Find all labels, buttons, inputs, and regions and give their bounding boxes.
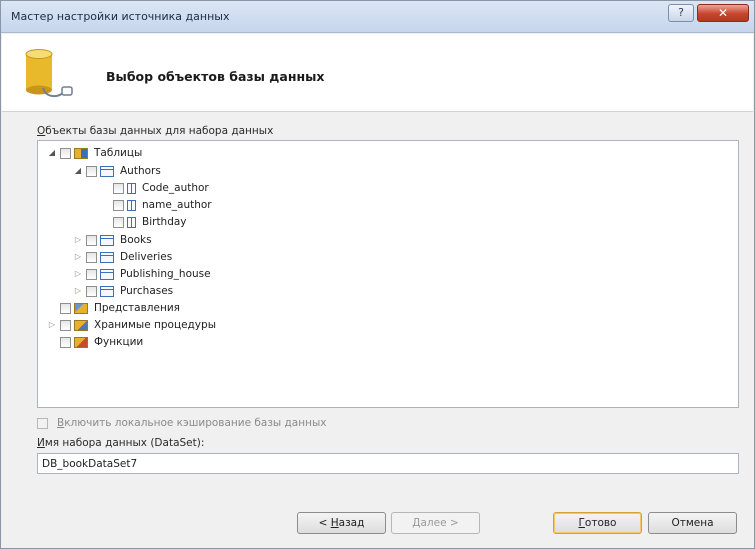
back-label: азад xyxy=(338,517,365,529)
cancel-label: Отмена xyxy=(671,517,714,529)
page-title: Выбор объектов базы данных xyxy=(106,69,325,84)
local-cache-label: Включить локальное кэширование базы данн… xyxy=(57,417,326,429)
table-checkbox[interactable] xyxy=(86,234,97,246)
back-prefix: < xyxy=(318,517,331,529)
tree-node-label: Таблицы xyxy=(94,147,143,159)
tree-node-label: Функции xyxy=(94,336,144,348)
column-icon xyxy=(127,199,136,211)
table-checkbox[interactable] xyxy=(86,251,97,263)
tree-node-table[interactable]: ▷ Publishing_house xyxy=(73,267,211,281)
collapsed-toggle-icon[interactable]: ▷ xyxy=(47,318,57,332)
tree-node-column[interactable]: Birthday xyxy=(113,215,187,229)
database-icon xyxy=(25,49,73,98)
objects-label: Объекты базы данных для набора данных xyxy=(37,125,273,137)
tree-node-label: Books xyxy=(120,234,152,246)
tables-checkbox[interactable] xyxy=(60,147,71,159)
expand-toggle-icon[interactable]: ◢ xyxy=(73,164,83,178)
table-icon xyxy=(100,234,114,246)
back-mnemonic: Н xyxy=(330,517,339,529)
tree-node-authors[interactable]: ◢ Authors xyxy=(73,164,161,178)
dataset-name-label: Имя набора данных (DataSet): xyxy=(37,437,204,449)
tables-folder-icon xyxy=(74,147,88,159)
table-icon xyxy=(100,251,114,263)
cancel-button[interactable]: Отмена xyxy=(648,512,737,534)
table-checkbox[interactable] xyxy=(86,268,97,280)
functions-folder-icon xyxy=(74,336,88,348)
tree-node-table[interactable]: ▷ Deliveries xyxy=(73,250,172,264)
tree-node-column[interactable]: Code_author xyxy=(113,181,209,195)
tree-node-label: Хранимые процедуры xyxy=(94,319,216,331)
tree-node-procedures[interactable]: ▷ Хранимые процедуры xyxy=(47,318,216,332)
tree-node-column[interactable]: name_author xyxy=(113,198,212,212)
column-icon xyxy=(127,216,136,228)
window-title: Мастер настройки источника данных xyxy=(11,10,230,23)
authors-checkbox[interactable] xyxy=(86,165,97,177)
column-checkbox[interactable] xyxy=(113,182,124,194)
title-bar: Мастер настройки источника данных ? ✕ xyxy=(1,1,754,33)
tree-node-label: Code_author xyxy=(142,182,209,194)
collapsed-toggle-icon[interactable]: ▷ xyxy=(73,233,83,247)
tree-node-views[interactable]: Представления xyxy=(60,301,180,315)
tree-node-label: name_author xyxy=(142,199,212,211)
wizard-window: Мастер настройки источника данных ? ✕ Вы… xyxy=(0,0,755,549)
next-label: Далее > xyxy=(412,517,459,529)
tree-node-functions[interactable]: Функции xyxy=(60,335,143,349)
column-icon xyxy=(127,182,136,194)
local-cache-option[interactable]: Включить локальное кэширование базы данн… xyxy=(37,417,326,429)
functions-checkbox[interactable] xyxy=(60,336,71,348)
table-icon xyxy=(100,268,114,280)
collapsed-toggle-icon[interactable]: ▷ xyxy=(73,267,83,281)
close-icon: ✕ xyxy=(717,6,729,20)
next-button: Далее > xyxy=(391,512,480,534)
back-button[interactable]: < Назад xyxy=(297,512,386,534)
expand-toggle-icon[interactable]: ◢ xyxy=(47,146,57,160)
finish-label: отово xyxy=(584,517,617,529)
objects-label-text: бъекты базы данных для набора данных xyxy=(45,125,274,137)
tree-node-label: Purchases xyxy=(120,285,174,297)
table-checkbox[interactable] xyxy=(86,285,97,297)
table-icon xyxy=(100,285,114,297)
finish-button[interactable]: Готово xyxy=(553,512,642,534)
tree-node-label: Birthday xyxy=(142,216,187,228)
dataset-name-mnemonic: И xyxy=(37,437,45,449)
tree-node-table[interactable]: ▷ Purchases xyxy=(73,284,173,298)
table-icon xyxy=(100,165,114,177)
collapsed-toggle-icon[interactable]: ▷ xyxy=(73,284,83,298)
views-folder-icon xyxy=(74,302,88,314)
help-icon: ? xyxy=(678,6,684,19)
tree-node-label: Publishing_house xyxy=(120,268,211,280)
procedures-folder-icon xyxy=(74,319,88,331)
local-cache-checkbox[interactable] xyxy=(37,417,48,429)
dataset-name-input[interactable] xyxy=(37,453,739,474)
local-cache-text: ключить локальное кэширование базы данны… xyxy=(64,417,327,429)
views-checkbox[interactable] xyxy=(60,302,71,314)
database-objects-tree[interactable]: ◢ Таблицы ◢ Authors Code_author name_aut… xyxy=(37,140,739,408)
column-checkbox[interactable] xyxy=(113,199,124,211)
procedures-checkbox[interactable] xyxy=(60,319,71,331)
close-button[interactable]: ✕ xyxy=(697,4,749,22)
tree-node-table[interactable]: ▷ Books xyxy=(73,233,152,247)
help-button[interactable]: ? xyxy=(668,4,694,22)
dataset-name-text: мя набора данных (DataSet): xyxy=(44,437,205,449)
header-panel: Выбор объектов базы данных xyxy=(2,34,753,112)
tree-node-label: Представления xyxy=(94,302,180,314)
collapsed-toggle-icon[interactable]: ▷ xyxy=(73,250,83,264)
tree-node-tables[interactable]: ◢ Таблицы xyxy=(47,146,142,160)
tree-node-label: Deliveries xyxy=(120,251,173,263)
tree-node-label: Authors xyxy=(120,165,161,177)
column-checkbox[interactable] xyxy=(113,216,124,228)
